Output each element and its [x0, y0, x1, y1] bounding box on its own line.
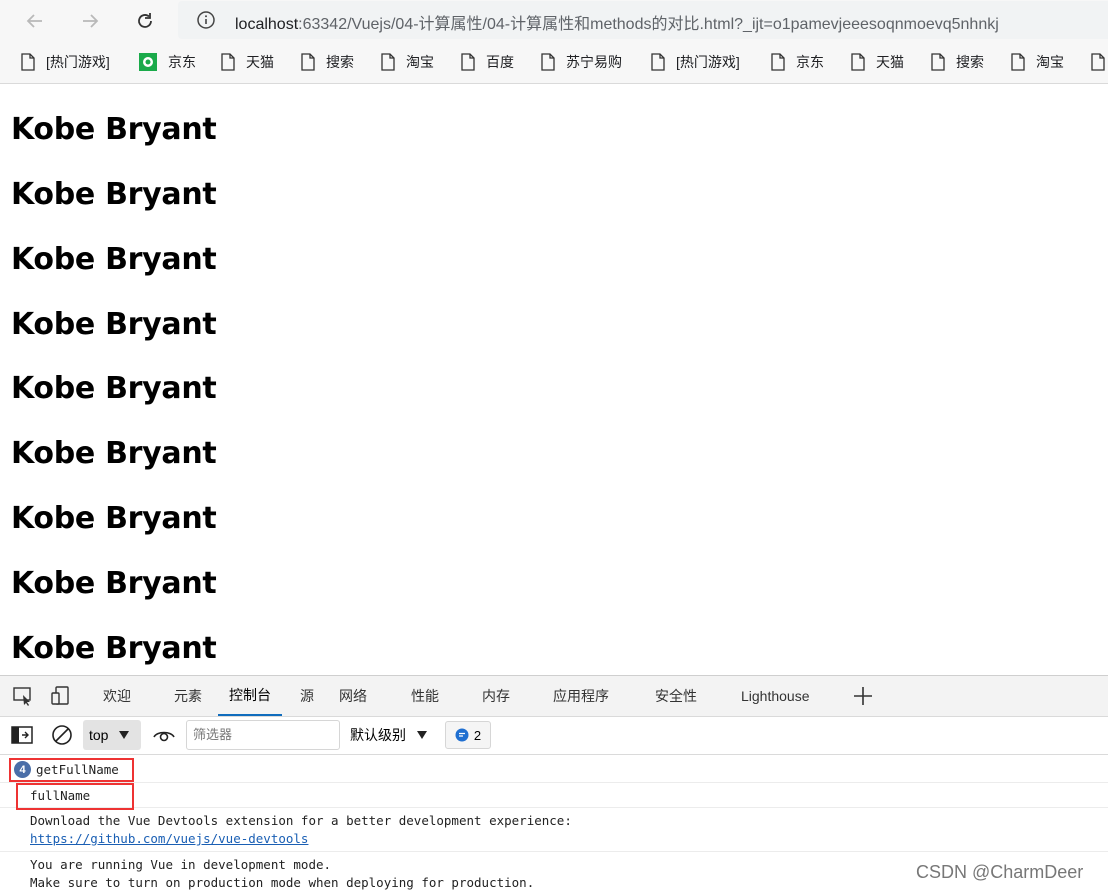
devtools-tabbar: 欢迎 元素 控制台 源 网络 性能 内存 应用程序 安全性 Lighthouse [0, 675, 1108, 717]
console-message: Download the Vue Devtools extension for … [30, 813, 572, 828]
page-icon [540, 53, 556, 71]
page-icon [300, 53, 316, 71]
full-name-heading: Kobe Bryant [11, 112, 217, 147]
tab-sources[interactable]: 源 [300, 676, 314, 716]
full-name-heading: Kobe Bryant [11, 501, 217, 536]
highlight-box [9, 758, 134, 782]
context-label: top [89, 727, 109, 743]
caret-down-icon [416, 730, 428, 740]
bookmark-item[interactable]: [热门游戏] [650, 42, 740, 82]
highlight-box [16, 783, 134, 810]
back-button[interactable] [20, 6, 50, 36]
chat-bubble-icon [455, 728, 469, 742]
full-name-heading: Kobe Bryant [11, 177, 217, 212]
full-name-heading: Kobe Bryant [11, 242, 217, 277]
console-toolbar: top 筛选器 默认级别 2 [0, 717, 1108, 755]
page-content: Kobe Bryant Kobe Bryant Kobe Bryant Kobe… [0, 85, 1108, 675]
bookmark-label: [热门游戏] [46, 54, 110, 70]
context-selector[interactable]: top [83, 720, 141, 750]
caret-down-icon [118, 730, 130, 740]
bookmark-label: 天猫 [246, 54, 274, 70]
bookmark-item[interactable]: 百度 [460, 42, 514, 82]
refresh-icon [138, 13, 152, 28]
tab-welcome[interactable]: 欢迎 [103, 676, 131, 716]
eye-icon[interactable] [152, 725, 176, 745]
arrow-right-icon [83, 14, 99, 28]
full-name-heading: Kobe Bryant [11, 307, 217, 342]
console-entry: fullName [0, 783, 1108, 808]
browser-toolbar: localhost:63342/Vuejs/04-计算属性/04-计算属性和me… [0, 0, 1108, 42]
refresh-button[interactable] [130, 6, 160, 36]
bookmark-item[interactable]: 淘宝 [380, 42, 434, 82]
bookmarks-bar: [热门游戏] 京东 天猫 搜索 淘宝 百度 苏宁易购 [热门游戏] 京东 天猫 … [0, 42, 1108, 84]
page-icon [1010, 53, 1026, 71]
bookmark-label: 搜索 [956, 54, 984, 70]
filter-input[interactable]: 筛选器 [186, 720, 340, 750]
log-level-label: 默认级别 [350, 727, 406, 743]
url-text: localhost:63342/Vuejs/04-计算属性/04-计算属性和me… [235, 10, 999, 34]
page-icon [460, 53, 476, 71]
bookmark-item[interactable]: 搜索 [300, 42, 354, 82]
watermark: CSDN @CharmDeer [916, 862, 1084, 882]
bookmark-item[interactable]: 淘宝 [1010, 42, 1064, 82]
tab-network[interactable]: 网络 [339, 676, 367, 716]
bookmark-label: 苏宁易购 [566, 54, 622, 70]
inspect-icon[interactable] [12, 685, 34, 707]
page-icon [20, 53, 36, 71]
bookmark-item[interactable]: 天猫 [220, 42, 274, 82]
arrow-left-icon [26, 14, 42, 28]
console-entry: Download the Vue Devtools extension for … [0, 808, 1108, 852]
bookmark-item[interactable]: 京东 [770, 42, 824, 82]
sidebar-toggle-icon[interactable] [11, 725, 33, 745]
page-icon [770, 53, 786, 71]
address-bar[interactable]: localhost:63342/Vuejs/04-计算属性/04-计算属性和me… [178, 1, 1108, 39]
tab-console[interactable]: 控制台 [218, 676, 282, 716]
url-path: :63342/Vuejs/04-计算属性/04-计算属性和methods的对比.… [298, 16, 999, 33]
bookmark-item[interactable]: 京东 [138, 42, 196, 82]
forward-button[interactable] [75, 6, 105, 36]
full-name-heading: Kobe Bryant [11, 566, 217, 601]
device-emulation-icon[interactable] [50, 685, 72, 707]
tab-elements[interactable]: 元素 [174, 676, 202, 716]
console-entry: 4 getFullName [0, 756, 1108, 783]
issues-count: 2 [473, 727, 482, 743]
bookmark-label: 百度 [486, 54, 514, 70]
vue-devtools-link[interactable]: https://github.com/vuejs/vue-devtools [30, 831, 308, 846]
tab-performance[interactable]: 性能 [411, 676, 439, 716]
bookmark-item[interactable]: 搜索 [930, 42, 984, 82]
tab-memory[interactable]: 内存 [482, 676, 510, 716]
add-tab-icon[interactable] [852, 685, 874, 707]
bookmark-item[interactable]: 天猫 [850, 42, 904, 82]
info-icon[interactable] [196, 10, 216, 30]
tab-lighthouse[interactable]: Lighthouse [741, 676, 810, 716]
page-icon [850, 53, 866, 71]
url-host: localhost [235, 16, 299, 33]
full-name-heading: Kobe Bryant [11, 371, 217, 406]
page-icon [380, 53, 396, 71]
issues-counter[interactable]: 2 [445, 721, 491, 749]
bookmark-label: 淘宝 [406, 54, 434, 70]
tab-security[interactable]: 安全性 [655, 676, 697, 716]
log-level-dropdown[interactable]: 默认级别 [350, 720, 428, 750]
page-icon [650, 53, 666, 71]
console-message: You are running Vue in development mode. [30, 857, 332, 872]
bookmark-item[interactable]: [热门游戏] [20, 42, 110, 82]
bookmark-label: 天猫 [876, 54, 904, 70]
page-icon [1090, 53, 1106, 71]
tab-application[interactable]: 应用程序 [553, 676, 609, 716]
bookmark-item[interactable]: 苏宁易购 [540, 42, 622, 82]
page-icon [220, 53, 236, 71]
bookmark-label: 淘宝 [1036, 54, 1064, 70]
full-name-heading: Kobe Bryant [11, 436, 217, 471]
jd-icon [138, 52, 158, 72]
clear-console-icon[interactable] [51, 724, 73, 746]
bookmark-label: 京东 [796, 54, 824, 70]
bookmark-label: 搜索 [326, 54, 354, 70]
full-name-heading: Kobe Bryant [11, 631, 217, 666]
bookmark-label: 京东 [168, 54, 196, 70]
bookmark-label: [热门游戏] [676, 54, 740, 70]
page-icon [930, 53, 946, 71]
console-message: Make sure to turn on production mode whe… [30, 875, 535, 890]
bookmark-item-overflow[interactable] [1090, 42, 1108, 82]
